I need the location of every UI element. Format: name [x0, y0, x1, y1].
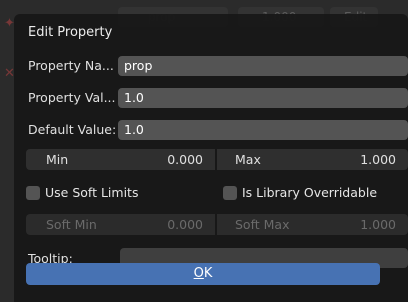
soft-min-field[interactable]: Soft Min 0.000 [26, 214, 215, 235]
property-name-field[interactable]: prop [118, 56, 408, 76]
default-value-field[interactable]: 1.0 [118, 120, 408, 140]
max-field[interactable]: Max 1.000 [217, 149, 408, 170]
ok-label-rest: K [203, 266, 213, 281]
property-value-label: Property Val... [28, 90, 116, 105]
soft-min-value: 0.000 [167, 217, 203, 232]
property-name-label: Property Na... [28, 58, 114, 73]
checkbox-icon [26, 186, 40, 200]
min-value: 0.000 [167, 152, 203, 167]
max-label: Max [235, 152, 261, 167]
property-value-field[interactable]: 1.0 [118, 88, 408, 108]
soft-min-label: Soft Min [46, 217, 97, 232]
is-library-overridable-label: Is Library Overridable [242, 185, 378, 200]
soft-max-label: Soft Max [235, 217, 290, 232]
dialog-title: Edit Property [28, 25, 113, 40]
is-library-overridable-checkbox[interactable]: Is Library Overridable [223, 185, 403, 201]
min-label: Min [46, 152, 69, 167]
default-value-label: Default Value: [28, 122, 117, 137]
soft-max-value: 1.000 [360, 217, 396, 232]
max-value: 1.000 [360, 152, 396, 167]
use-soft-limits-checkbox[interactable]: Use Soft Limits [26, 185, 186, 201]
soft-max-field[interactable]: Soft Max 1.000 [217, 214, 408, 235]
ok-mnemonic: O [193, 266, 204, 281]
edit-property-dialog: Edit Property Property Na... prop Proper… [14, 14, 408, 302]
min-field[interactable]: Min 0.000 [26, 149, 215, 170]
ok-button[interactable]: OK [26, 263, 380, 285]
use-soft-limits-label: Use Soft Limits [45, 185, 139, 200]
checkbox-icon [223, 186, 237, 200]
